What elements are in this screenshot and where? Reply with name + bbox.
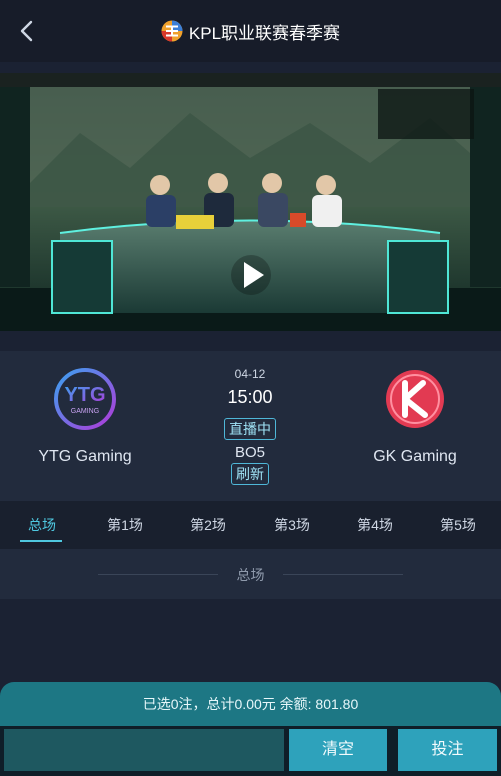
match-center: 04-12 15:00 直播中 BO5 刷新 (190, 367, 310, 485)
away-team[interactable]: GK Gaming (330, 351, 500, 466)
title-group: KPL职业联赛春季赛 (0, 16, 501, 46)
away-team-name: GK Gaming (373, 448, 457, 465)
svg-text:GAMING: GAMING (71, 408, 99, 415)
svg-text:YTG: YTG (64, 384, 105, 406)
bet-action-bar: 清空 投注 (0, 726, 501, 776)
play-icon[interactable] (230, 249, 272, 301)
tab-game-4[interactable]: 第4场 (345, 501, 405, 549)
bet-button[interactable]: 投注 (398, 729, 497, 771)
section-header: 总场 (0, 549, 501, 599)
home-team[interactable]: YTG GAMING YTG Gaming (0, 351, 170, 466)
match-format: BO5 (234, 444, 265, 461)
match-time: 15:00 (227, 387, 273, 407)
video-player[interactable] (0, 73, 501, 331)
home-team-name: YTG Gaming (38, 448, 132, 465)
active-tab-indicator (20, 540, 62, 542)
match-info: YTG GAMING YTG Gaming 04-12 15:00 直播中 BO… (0, 351, 501, 501)
clear-button[interactable]: 清空 (289, 729, 387, 771)
match-date: 04-12 (234, 367, 266, 381)
refresh-button[interactable]: 刷新 (231, 463, 269, 485)
ytg-team-logo-icon: YTG GAMING (54, 368, 116, 430)
gk-team-logo-icon (386, 370, 444, 428)
header-bar: KPL职业联赛春季赛 (0, 0, 501, 62)
tab-game-5[interactable]: 第5场 (428, 501, 488, 549)
kpl-logo-icon (161, 20, 183, 42)
bet-amount-input[interactable] (4, 729, 284, 771)
live-status-badge: 直播中 (224, 418, 276, 440)
page-title: KPL职业联赛春季赛 (188, 23, 341, 43)
tab-game-3[interactable]: 第3场 (262, 501, 322, 549)
tab-game-2[interactable]: 第2场 (178, 501, 238, 549)
bet-summary: 已选0注，总计0.00元 余额: 801.80 (0, 682, 501, 726)
section-title: 总场 (236, 567, 265, 583)
game-tabs: 总场 第1场 第2场 第3场 第4场 第5场 (0, 501, 501, 549)
tab-game-1[interactable]: 第1场 (95, 501, 155, 549)
